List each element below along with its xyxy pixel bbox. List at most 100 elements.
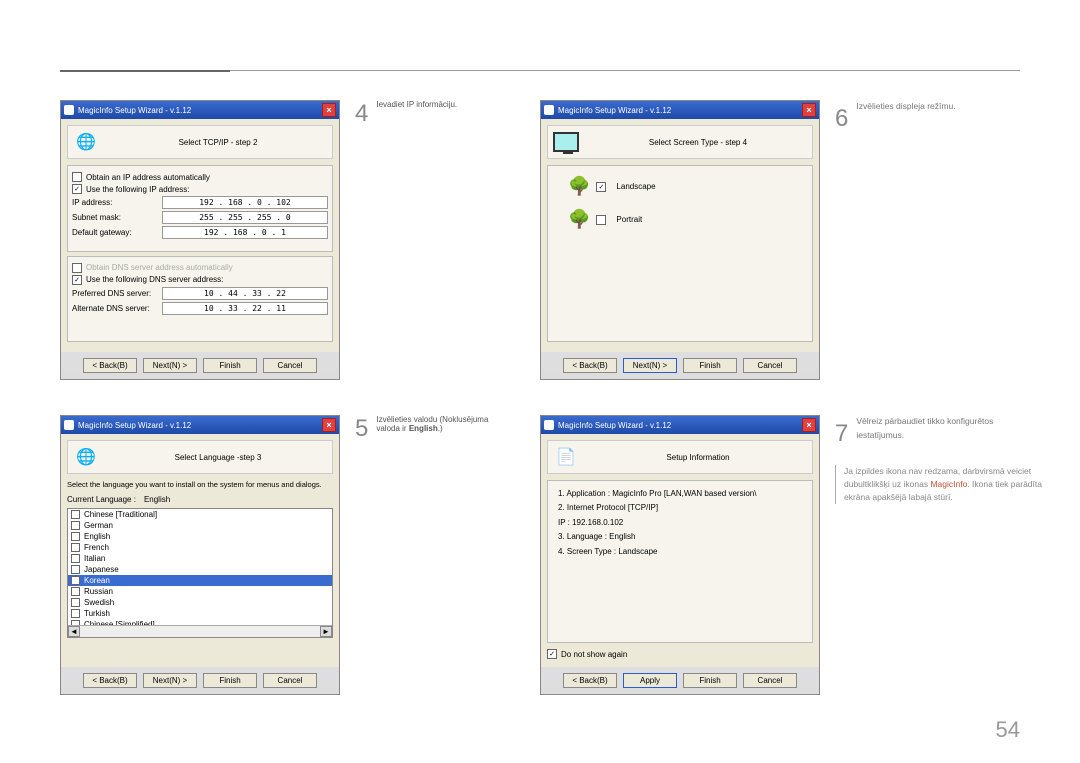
- next-button[interactable]: Next(N) >: [143, 673, 197, 688]
- cancel-button[interactable]: Cancel: [743, 358, 797, 373]
- app-icon: [544, 420, 554, 430]
- finish-button[interactable]: Finish: [683, 673, 737, 688]
- window-title: MagicInfo Setup Wizard - v.1.12: [78, 421, 191, 430]
- checkbox-use-dns[interactable]: ✓: [72, 275, 82, 285]
- step-header: 📄 Setup Information: [547, 440, 813, 474]
- checkbox-lang[interactable]: [71, 609, 80, 618]
- document-icon: 📄: [552, 445, 580, 469]
- step-header: 🌐 Select Language -step 3: [67, 440, 333, 474]
- globe-icon: 🌐: [72, 445, 100, 469]
- checkbox-lang[interactable]: [71, 521, 80, 530]
- globe-icon: 🌐: [72, 130, 100, 154]
- dialog-step6: MagicInfo Setup Wizard - v.1.12 × Select…: [540, 100, 820, 380]
- checkbox-lang[interactable]: [71, 554, 80, 563]
- finish-button[interactable]: Finish: [683, 358, 737, 373]
- list-item[interactable]: German: [68, 520, 332, 531]
- app-icon: [544, 105, 554, 115]
- app-icon: [64, 105, 74, 115]
- close-icon[interactable]: ×: [322, 103, 336, 117]
- list-item[interactable]: Turkish: [68, 608, 332, 619]
- back-button[interactable]: < Back(B): [83, 673, 137, 688]
- gateway-field[interactable]: 192 . 168 . 0 . 1: [162, 226, 328, 239]
- dialog-step4: MagicInfo Setup Wizard - v.1.12 × 🌐 Sele…: [60, 100, 340, 380]
- step-header: 🌐 Select TCP/IP - step 2: [67, 125, 333, 159]
- back-button[interactable]: < Back(B): [83, 358, 137, 373]
- list-item[interactable]: Korean: [68, 575, 332, 586]
- step-header: Select Screen Type - step 4: [547, 125, 813, 159]
- checkbox-lang[interactable]: [71, 543, 80, 552]
- checkbox-lang[interactable]: [71, 510, 80, 519]
- window-title: MagicInfo Setup Wizard - v.1.12: [558, 106, 671, 115]
- ip-field[interactable]: 192 . 168 . 0 . 102: [162, 196, 328, 209]
- checkbox-obtain-dns: [72, 263, 82, 273]
- page-header-accent: [60, 70, 230, 72]
- cancel-button[interactable]: Cancel: [263, 673, 317, 688]
- checkbox-lang[interactable]: [71, 576, 80, 585]
- checkbox-portrait[interactable]: [596, 215, 606, 225]
- info-application: 1. Application : MagicInfo Pro [LAN,WAN …: [558, 487, 802, 501]
- list-item[interactable]: Russian: [68, 586, 332, 597]
- cancel-button[interactable]: Cancel: [263, 358, 317, 373]
- next-button[interactable]: Next(N) >: [623, 358, 677, 373]
- tree-icon: 🌳: [568, 176, 590, 197]
- scroll-right-icon[interactable]: ►: [320, 626, 332, 637]
- adns-field[interactable]: 10 . 33 . 22 . 11: [162, 302, 328, 315]
- close-icon[interactable]: ×: [802, 418, 816, 432]
- language-list[interactable]: Chinese [Traditional]GermanEnglishFrench…: [67, 508, 333, 638]
- subnet-label: Subnet mask:: [72, 213, 162, 222]
- finish-button[interactable]: Finish: [203, 673, 257, 688]
- finish-button[interactable]: Finish: [203, 358, 257, 373]
- gateway-label: Default gateway:: [72, 228, 162, 237]
- titlebar: MagicInfo Setup Wizard - v.1.12 ×: [541, 101, 819, 119]
- list-item[interactable]: Swedish: [68, 597, 332, 608]
- checkbox-lang[interactable]: [71, 587, 80, 596]
- list-item[interactable]: Japanese: [68, 564, 332, 575]
- note: Ja izpildes ikona nav redzama, darbvirsm…: [835, 465, 1065, 503]
- list-item[interactable]: Italian: [68, 553, 332, 564]
- info-ip: IP : 192.168.0.102: [558, 516, 802, 530]
- step4-caption: 4 Ievadiet IP informāciju.: [355, 100, 525, 400]
- cancel-button[interactable]: Cancel: [743, 673, 797, 688]
- list-item[interactable]: English: [68, 531, 332, 542]
- back-button[interactable]: < Back(B): [563, 673, 617, 688]
- monitor-icon: [552, 130, 580, 154]
- step7-caption: 7 Vēlreiz pārbaudiet tikko konfigurētos …: [835, 415, 1065, 715]
- info-protocol: 2. Internet Protocol [TCP/IP]: [558, 501, 802, 515]
- checkbox-lang[interactable]: [71, 532, 80, 541]
- titlebar: MagicInfo Setup Wizard - v.1.12 ×: [61, 416, 339, 434]
- apply-button[interactable]: Apply: [623, 673, 677, 688]
- titlebar: MagicInfo Setup Wizard - v.1.12 ×: [541, 416, 819, 434]
- info-language: 3. Language : English: [558, 530, 802, 544]
- tree-icon: 🌳: [568, 209, 590, 230]
- step5-caption: 5 Izvēlieties valodu (Noklusējuma valoda…: [355, 415, 525, 715]
- next-button[interactable]: Next(N) >: [143, 358, 197, 373]
- app-icon: [64, 420, 74, 430]
- language-hint: Select the language you want to install …: [67, 480, 333, 489]
- list-item[interactable]: Chinese [Traditional]: [68, 509, 332, 520]
- ip-label: IP address:: [72, 198, 162, 207]
- checkbox-use-following[interactable]: ✓: [72, 184, 82, 194]
- page-number: 54: [996, 717, 1020, 743]
- checkbox-obtain-auto[interactable]: [72, 172, 82, 182]
- adns-label: Alternate DNS server:: [72, 304, 162, 313]
- dialog-step5: MagicInfo Setup Wizard - v.1.12 × 🌐 Sele…: [60, 415, 340, 695]
- pdns-field[interactable]: 10 . 44 . 33 . 22: [162, 287, 328, 300]
- close-icon[interactable]: ×: [802, 103, 816, 117]
- checkbox-dont-show[interactable]: ✓: [547, 649, 557, 659]
- list-item[interactable]: French: [68, 542, 332, 553]
- info-screentype: 4. Screen Type : Landscape: [558, 545, 802, 559]
- checkbox-lang[interactable]: [71, 565, 80, 574]
- pdns-label: Preferred DNS server:: [72, 289, 162, 298]
- back-button[interactable]: < Back(B): [563, 358, 617, 373]
- window-title: MagicInfo Setup Wizard - v.1.12: [558, 421, 671, 430]
- step6-caption: 6 Izvēlieties displeja režīmu.: [835, 100, 1065, 400]
- close-icon[interactable]: ×: [322, 418, 336, 432]
- dialog-step7: MagicInfo Setup Wizard - v.1.12 × 📄 Setu…: [540, 415, 820, 695]
- titlebar: MagicInfo Setup Wizard - v.1.12 ×: [61, 101, 339, 119]
- checkbox-landscape[interactable]: ✓: [596, 182, 606, 192]
- window-title: MagicInfo Setup Wizard - v.1.12: [78, 106, 191, 115]
- checkbox-lang[interactable]: [71, 598, 80, 607]
- scroll-track[interactable]: [80, 626, 320, 637]
- scroll-left-icon[interactable]: ◄: [68, 626, 80, 637]
- subnet-field[interactable]: 255 . 255 . 255 . 0: [162, 211, 328, 224]
